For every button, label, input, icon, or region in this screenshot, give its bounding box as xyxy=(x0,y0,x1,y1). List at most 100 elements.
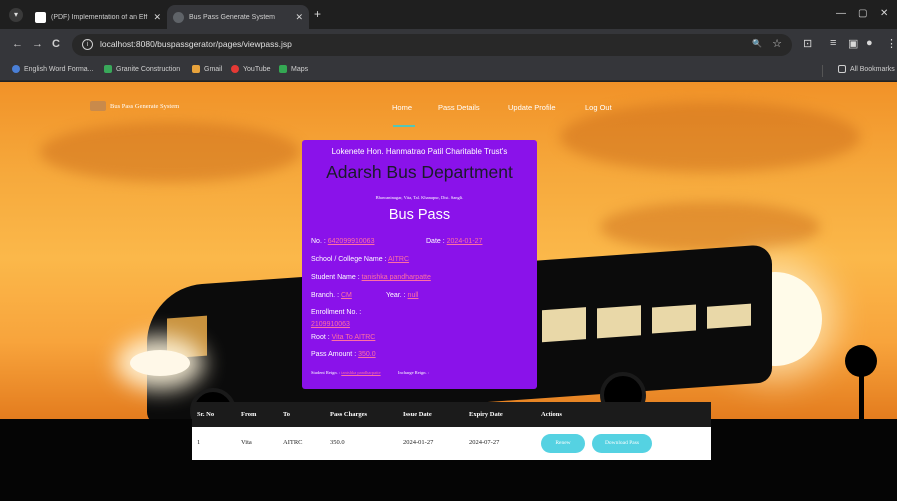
side-panel-icon[interactable]: ▣ xyxy=(848,37,858,50)
pass-number-value[interactable]: 642099910063 xyxy=(328,238,375,245)
new-tab-button[interactable]: + xyxy=(314,7,321,21)
nav-active-indicator xyxy=(393,125,415,127)
cloud-decoration xyxy=(600,202,820,252)
renew-button[interactable]: Renew xyxy=(541,434,585,453)
bookmark-youtube[interactable]: YouTube xyxy=(231,65,271,73)
header-issue-date: Issue Date xyxy=(403,411,432,418)
cell-expiry-date: 2024-07-27 xyxy=(469,439,500,446)
maps-icon xyxy=(279,65,287,73)
url-text[interactable]: localhost:8080/buspassgerator/pages/view… xyxy=(100,39,292,49)
header-to: To xyxy=(283,411,290,418)
student-name: Student Name : tanishka pandharpatte xyxy=(311,274,431,281)
bookmark-label: Granite Construction xyxy=(116,65,181,73)
pass-date: Date : 2024-01-27 xyxy=(426,238,482,245)
cell-from: Vita xyxy=(241,439,252,446)
site-info-icon[interactable]: i xyxy=(82,39,93,50)
all-bookmarks-label: All Bookmarks xyxy=(850,65,895,73)
branch-value[interactable]: CM xyxy=(341,292,352,299)
enrollment-value[interactable]: 2109910063 xyxy=(311,321,350,328)
nav-pass-details[interactable]: Pass Details xyxy=(438,103,480,112)
cell-to: AITRC xyxy=(283,439,303,446)
student-value[interactable]: tanishka pandharpatte xyxy=(362,274,431,281)
year-value[interactable]: null xyxy=(408,292,419,299)
nav-log-out[interactable]: Log Out xyxy=(585,103,612,112)
bookmark-globe-icon xyxy=(12,65,20,73)
department-address: Bhawaninagar, Vita, Tal. Khanapur, Dist.… xyxy=(375,195,464,200)
folder-icon xyxy=(838,65,846,73)
bus-window xyxy=(542,307,586,343)
globe-favicon-icon xyxy=(173,11,184,23)
bookmark-label: YouTube xyxy=(243,65,271,73)
school-name: School / College Name : AITRC xyxy=(311,256,409,263)
enrollment-number: 2109910063 xyxy=(311,321,350,328)
reload-icon[interactable]: C xyxy=(52,38,60,50)
bookmark-granite[interactable]: Granite Construction xyxy=(104,65,180,73)
pass-table: Sr. No From To Pass Charges Issue Date E… xyxy=(192,402,711,460)
reading-list-icon[interactable]: ≡ xyxy=(830,37,836,49)
browser-menu-icon[interactable]: ⋮ xyxy=(886,37,897,50)
header-from: From xyxy=(241,411,257,418)
bus-window xyxy=(707,303,751,329)
nav-update-profile[interactable]: Update Profile xyxy=(508,103,556,112)
browser-tab-bus-pass[interactable]: Bus Pass Generate System ✕ xyxy=(167,5,309,29)
branch-label: Branch. : xyxy=(311,292,340,299)
year-label: Year. : xyxy=(386,292,406,299)
window-close-icon[interactable]: ✕ xyxy=(880,8,888,19)
forward-icon[interactable]: → xyxy=(32,38,43,50)
profile-icon[interactable]: ● xyxy=(866,37,873,49)
pass-title: Bus Pass xyxy=(388,207,451,223)
all-bookmarks[interactable]: All Bookmarks xyxy=(838,65,895,73)
route-label: Root : xyxy=(311,334,330,341)
pass-number-label: No. : xyxy=(311,238,326,245)
amount-value[interactable]: 350.0 xyxy=(358,351,376,358)
bookmark-maps[interactable]: Maps xyxy=(279,65,308,73)
zoom-icon[interactable]: 🔍 xyxy=(752,39,762,48)
tab-close-icon[interactable]: ✕ xyxy=(295,12,303,23)
address-bar[interactable]: i localhost:8080/buspassgerator/pages/vi… xyxy=(72,34,792,56)
headlight-glow xyxy=(130,350,190,376)
bookmark-label: English Word Forma... xyxy=(24,65,94,73)
route-value[interactable]: Vita To AITRC xyxy=(332,334,376,341)
site-logo[interactable]: Bus Pass Generate System xyxy=(90,101,179,111)
bus-stop-pole xyxy=(859,358,864,424)
amount-label: Pass Amount : xyxy=(311,351,357,358)
trust-name: Lokenete Hon. Hanmatrao Patil Charitable… xyxy=(331,147,508,156)
back-icon[interactable]: ← xyxy=(12,38,23,50)
browser-tab-bar: ▾ (PDF) Implementation of an Eff ✕ Bus P… xyxy=(0,0,897,29)
extension-icon[interactable]: ⊡ xyxy=(803,37,812,50)
header-sr-no: Sr. No xyxy=(197,411,215,418)
school-value[interactable]: AITRC xyxy=(388,256,409,263)
tab-search-icon[interactable]: ▾ xyxy=(9,8,23,22)
table-header: Sr. No From To Pass Charges Issue Date E… xyxy=(192,402,711,427)
nav-home[interactable]: Home xyxy=(392,103,412,112)
minimize-icon[interactable]: — xyxy=(836,8,846,19)
department-title: Adarsh Bus Department xyxy=(326,162,513,182)
year: Year. : null xyxy=(386,292,418,299)
browser-tab-pdf[interactable]: (PDF) Implementation of an Eff ✕ xyxy=(29,5,167,29)
student-label: Student Name : xyxy=(311,274,360,281)
school-label: School / College Name : xyxy=(311,256,387,263)
bus-pass-card: Lokenete Hon. Hanmatrao Patil Charitable… xyxy=(302,140,537,389)
student-sign-label: Student Reign. : xyxy=(311,370,341,375)
bookmarks-divider xyxy=(822,65,823,77)
bookmark-label: Maps xyxy=(291,65,309,73)
cell-sr-no: 1 xyxy=(197,439,201,446)
pass-amount: Pass Amount : 350.0 xyxy=(311,351,376,358)
header-pass-charges: Pass Charges xyxy=(330,411,368,418)
bus-window xyxy=(652,304,696,334)
tab-close-icon[interactable]: ✕ xyxy=(153,12,161,23)
student-sign-value[interactable]: tanishka pandharpatte xyxy=(341,370,380,375)
bookmark-english-word[interactable]: English Word Forma... xyxy=(12,65,94,73)
cell-issue-date: 2024-01-27 xyxy=(403,439,434,446)
bookmark-gmail[interactable]: Gmail xyxy=(192,65,222,73)
enrollment-label: Enrollment No. : xyxy=(311,309,362,316)
header-actions: Actions xyxy=(541,411,562,418)
tab-title: Bus Pass Generate System xyxy=(189,13,275,21)
bookmark-star-icon[interactable]: ☆ xyxy=(772,37,782,50)
download-pass-button[interactable]: Download Pass xyxy=(592,434,652,453)
maximize-icon[interactable]: ▢ xyxy=(858,8,867,19)
cell-pass-charges: 350.0 xyxy=(330,439,345,446)
pass-number: No. : 642099910063 xyxy=(311,238,374,245)
site-name: Bus Pass Generate System xyxy=(110,102,180,110)
pass-date-value[interactable]: 2024-01-27 xyxy=(447,238,483,245)
